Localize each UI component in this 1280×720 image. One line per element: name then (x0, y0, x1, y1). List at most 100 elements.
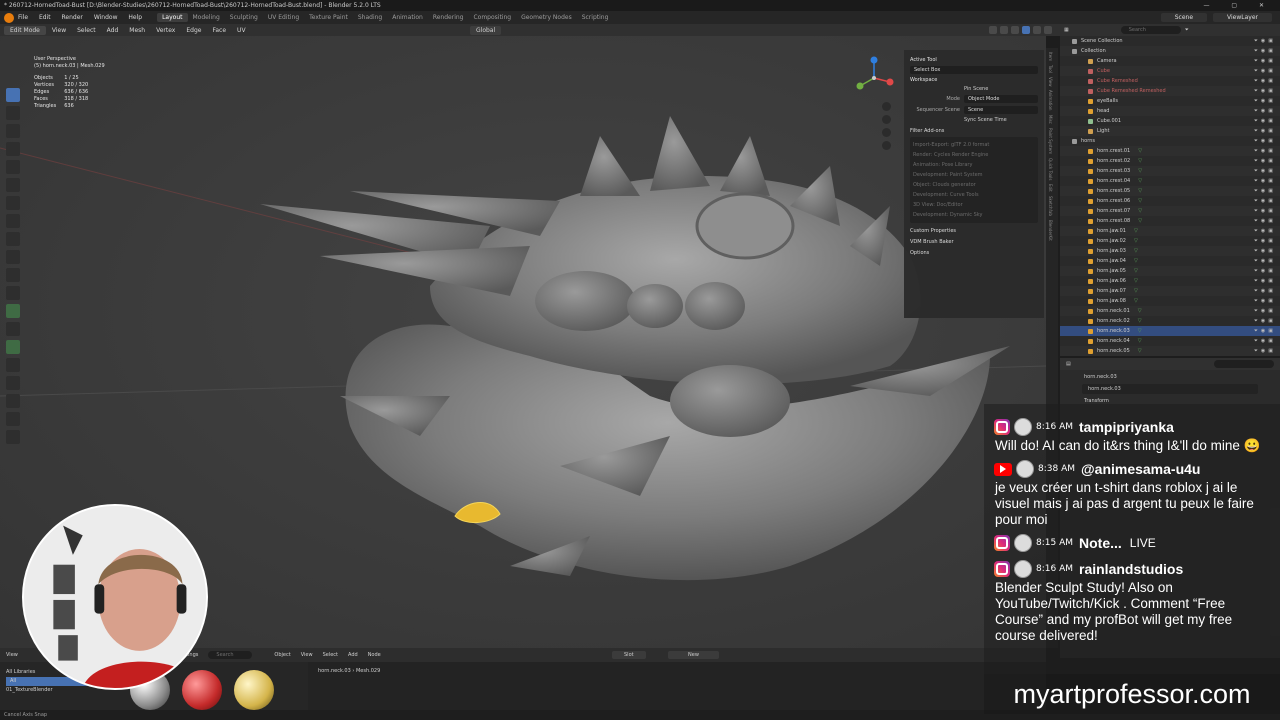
visibility-toggles-icon[interactable]: ⏷◉▣ (1254, 116, 1276, 126)
annotate-tool-icon[interactable] (6, 178, 20, 192)
select-box-tool-icon[interactable] (6, 88, 20, 102)
outliner-item[interactable]: head ⏷◉▣ (1060, 106, 1280, 116)
shader-menu-add[interactable]: Add (348, 652, 358, 658)
outliner-item[interactable]: Cube.001 ⏷◉▣ (1060, 116, 1280, 126)
mesh-data-icon[interactable]: ▽ (1134, 226, 1138, 236)
visibility-toggles-icon[interactable]: ⏷◉▣ (1254, 196, 1276, 206)
visibility-toggles-icon[interactable]: ⏷◉▣ (1254, 46, 1276, 56)
camera-view-icon[interactable] (882, 128, 891, 137)
visibility-toggles-icon[interactable]: ⏷◉▣ (1254, 176, 1276, 186)
addon-item[interactable]: Development: Paint System (913, 170, 1035, 180)
addon-list[interactable]: Import-Export: glTF 2.0 format Render: C… (910, 137, 1038, 223)
viewport-menu-select[interactable]: Select (77, 27, 96, 34)
sidetab-paint-system[interactable]: Paint System (1048, 128, 1053, 154)
shader-menu-node[interactable]: Node (368, 652, 381, 658)
asset-material-preview[interactable] (234, 670, 274, 710)
addon-item[interactable]: Object: Clouds generator (913, 180, 1035, 190)
outliner-item[interactable]: Light ⏷◉▣ (1060, 126, 1280, 136)
options-panel[interactable]: Options (910, 250, 1038, 256)
sidetab-blenderkit[interactable]: BlenderKit (1048, 220, 1053, 241)
addon-item[interactable]: Import-Export: glTF 2.0 format (913, 140, 1035, 150)
tab-animation[interactable]: Animation (387, 13, 428, 22)
ortho-grid-icon[interactable] (882, 141, 891, 150)
visibility-toggles-icon[interactable]: ⏷◉▣ (1254, 206, 1276, 216)
orientation-dropdown[interactable]: Global (470, 25, 502, 35)
viewport-menu-vertex[interactable]: Vertex (156, 27, 175, 34)
wireframe-shading-icon[interactable] (1011, 26, 1019, 34)
mesh-data-icon[interactable]: ▽ (1138, 196, 1142, 206)
outliner-item[interactable]: Cube ⏷◉▣ (1060, 66, 1280, 76)
visibility-toggles-icon[interactable]: ⏷◉▣ (1254, 66, 1276, 76)
xray-toggle-icon[interactable] (1000, 26, 1008, 34)
visibility-toggles-icon[interactable]: ⏷◉▣ (1254, 136, 1276, 146)
visibility-toggles-icon[interactable]: ⏷◉▣ (1254, 126, 1276, 136)
sidetab-edit[interactable]: Edit (1048, 184, 1053, 192)
window-controls[interactable]: — ▢ ✕ (1203, 0, 1274, 11)
bevel-tool-icon[interactable] (6, 268, 20, 282)
visibility-toggles-icon[interactable]: ⏷◉▣ (1254, 246, 1276, 256)
spin-tool-icon[interactable] (6, 340, 20, 354)
mesh-data-icon[interactable]: ▽ (1138, 216, 1142, 226)
mesh-data-icon[interactable]: ▽ (1138, 206, 1142, 216)
catalog-texture-blender[interactable]: 01_TextureBlender (6, 686, 106, 695)
asset-view-menu[interactable]: View (6, 652, 18, 658)
rip-tool-icon[interactable] (6, 430, 20, 444)
menu-help[interactable]: Help (128, 14, 142, 21)
outliner-item[interactable]: horn.jaw.07 ▽ ⏷◉▣ (1060, 286, 1280, 296)
outliner-item[interactable]: horn.crest.06 ▽ ⏷◉▣ (1060, 196, 1280, 206)
outliner-item[interactable]: Camera ⏷◉▣ (1060, 56, 1280, 66)
outliner-item[interactable]: Cube Remeshed Remeshed ⏷◉▣ (1060, 86, 1280, 96)
mesh-data-icon[interactable]: ▽ (1138, 186, 1142, 196)
sidetab-view[interactable]: View (1048, 77, 1053, 87)
outliner-item[interactable]: horn.jaw.06 ▽ ⏷◉▣ (1060, 276, 1280, 286)
mesh-data-icon[interactable]: ▽ (1138, 346, 1142, 356)
outliner-item[interactable]: horns ⏷◉▣ (1060, 136, 1280, 146)
mesh-data-icon[interactable]: ▽ (1138, 326, 1142, 336)
addon-item[interactable]: Render: Cycles Render Engine (913, 150, 1035, 160)
visibility-toggles-icon[interactable]: ⏷◉▣ (1254, 166, 1276, 176)
visibility-toggles-icon[interactable]: ⏷◉▣ (1254, 216, 1276, 226)
outliner-item[interactable]: eyeBalls ⏷◉▣ (1060, 96, 1280, 106)
visibility-toggles-icon[interactable]: ⏷◉▣ (1254, 96, 1276, 106)
visibility-toggles-icon[interactable]: ⏷◉▣ (1254, 336, 1276, 346)
visibility-toggles-icon[interactable]: ⏷◉▣ (1254, 36, 1276, 46)
rotate-tool-icon[interactable] (6, 142, 20, 156)
visibility-toggles-icon[interactable]: ⏷◉▣ (1254, 266, 1276, 276)
tab-compositing[interactable]: Compositing (468, 13, 516, 22)
tab-rendering[interactable]: Rendering (428, 13, 469, 22)
visibility-toggles-icon[interactable]: ⏷◉▣ (1254, 76, 1276, 86)
material-slot-dropdown[interactable]: Slot (612, 651, 646, 659)
addon-item[interactable]: Development: Dynamic Sky (913, 210, 1035, 220)
sidetab-sketchfab[interactable]: Sketchfab (1048, 196, 1053, 216)
mesh-data-icon[interactable]: ▽ (1138, 176, 1142, 186)
navigation-gizmo[interactable] (852, 56, 896, 100)
outliner-item[interactable]: horn.neck.03 ▽ ⏷◉▣ (1060, 326, 1280, 336)
viewport-menu-face[interactable]: Face (212, 27, 226, 34)
visibility-toggles-icon[interactable]: ⏷◉▣ (1254, 256, 1276, 266)
mesh-data-icon[interactable]: ▽ (1138, 156, 1142, 166)
add-cube-tool-icon[interactable] (6, 214, 20, 228)
menu-render[interactable]: Render (62, 14, 83, 21)
outliner-item[interactable]: horn.crest.03 ▽ ⏷◉▣ (1060, 166, 1280, 176)
move-tool-icon[interactable] (6, 124, 20, 138)
visibility-toggles-icon[interactable]: ⏷◉▣ (1254, 326, 1276, 336)
sidetab-misc[interactable]: Misc (1048, 115, 1053, 124)
custom-properties-panel[interactable]: Custom Properties (910, 228, 1038, 234)
asset-material-preview[interactable] (182, 670, 222, 710)
scene-selector[interactable]: Scene (1160, 13, 1208, 22)
outliner-item[interactable]: horn.jaw.05 ▽ ⏷◉▣ (1060, 266, 1280, 276)
outliner-item[interactable]: horn.crest.08 ▽ ⏷◉▣ (1060, 216, 1280, 226)
addon-item[interactable]: Development: Curve Tools (913, 190, 1035, 200)
outliner-item[interactable]: Scene Collection ⏷◉▣ (1060, 36, 1280, 46)
tab-layout[interactable]: Layout (157, 13, 188, 22)
viewport-menu-mesh[interactable]: Mesh (129, 27, 145, 34)
visibility-toggles-icon[interactable]: ⏷◉▣ (1254, 226, 1276, 236)
tab-scripting[interactable]: Scripting (577, 13, 614, 22)
blender-logo-icon[interactable] (4, 12, 14, 23)
mesh-data-icon[interactable]: ▽ (1138, 146, 1142, 156)
visibility-toggles-icon[interactable]: ⏷◉▣ (1254, 86, 1276, 96)
workspace-header[interactable]: Workspace (910, 77, 1038, 83)
outliner-item[interactable]: horn.jaw.02 ▽ ⏷◉▣ (1060, 236, 1280, 246)
shader-menu-view[interactable]: View (301, 652, 313, 658)
viewport-menu-add[interactable]: Add (107, 27, 119, 34)
